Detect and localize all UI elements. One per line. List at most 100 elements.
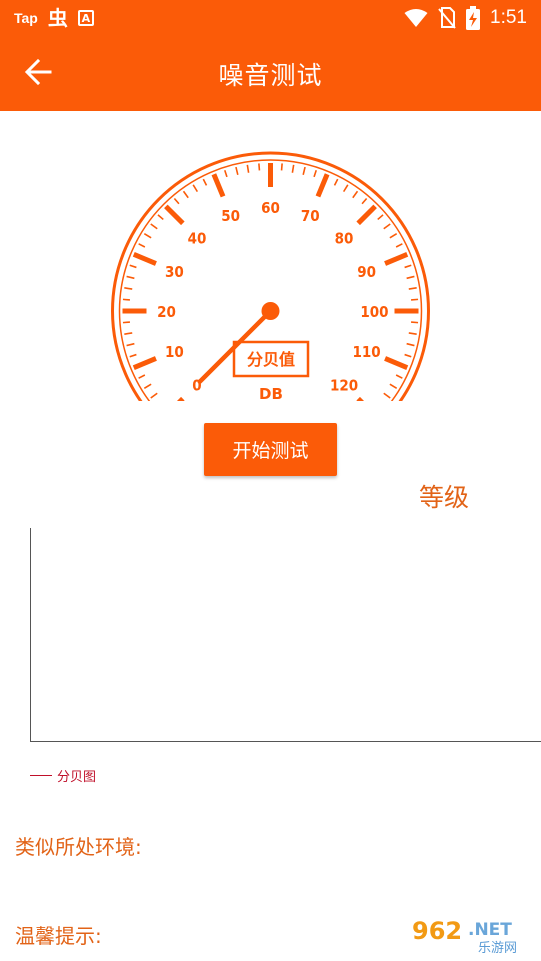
gauge-major-tick [132, 356, 157, 370]
gauge-major-tick [384, 252, 409, 266]
gauge-minor-tick [182, 190, 189, 199]
gauge-scale-label: 20 [157, 303, 176, 321]
gauge-minor-tick [404, 264, 412, 269]
decibel-chart-plot [31, 528, 541, 741]
gauge-major-tick [176, 396, 185, 401]
wifi-icon [404, 9, 428, 27]
watermark-number: 962 [412, 917, 462, 945]
gauge-minor-tick [150, 392, 158, 399]
status-bar: Tap 虫 A 1:51 [0, 0, 541, 36]
gauge-major-tick [164, 204, 185, 226]
gauge-major-tick [211, 173, 226, 198]
gauge-minor-tick [377, 214, 384, 221]
page-title: 噪音测试 [218, 60, 323, 90]
gauge-scale-label: 40 [188, 229, 207, 247]
back-button[interactable] [14, 48, 62, 96]
gauge-minor-tick [313, 169, 317, 178]
gauge-minor-tick [173, 197, 180, 205]
gauge-minor-tick [192, 184, 199, 193]
gauge-minor-tick [408, 332, 417, 335]
gauge-minor-tick [129, 264, 137, 269]
gauge-scale-label: 30 [165, 263, 184, 281]
gauge-minor-tick [395, 374, 403, 379]
environment-label: 类似所处环境: [15, 835, 142, 859]
taptap-icon: Tap [14, 10, 38, 26]
a-app-icon: A [77, 10, 94, 26]
gauge-value-label: 分贝值 [247, 350, 295, 369]
battery-charging-icon [466, 6, 481, 30]
gauge-minor-tick [383, 392, 391, 399]
gauge-major-tick [356, 396, 365, 401]
status-right: 1:51 [404, 6, 527, 30]
start-test-button[interactable]: 开始测试 [204, 423, 337, 476]
gauge-minor-tick [406, 342, 415, 347]
gauge-scale-label: 100 [360, 303, 388, 321]
gauge-minor-tick [395, 243, 403, 248]
gauge-minor-tick [143, 383, 152, 390]
gauge-minor-tick [126, 342, 135, 347]
tip-label: 温馨提示: [15, 924, 102, 948]
gauge-minor-tick [143, 232, 152, 239]
watermark-suffix: .NET [468, 920, 512, 940]
gauge-minor-tick [224, 169, 228, 178]
chart-legend: 分贝图 [30, 766, 96, 785]
gauge-minor-tick [280, 163, 283, 171]
gauge-scale-label: 110 [352, 343, 380, 361]
gauge-scale-label: 80 [335, 229, 354, 247]
gauge-minor-tick [291, 164, 295, 173]
gauge-minor-tick [246, 164, 250, 173]
gauge-scale-label: 120 [330, 377, 358, 395]
gauge-minor-tick [342, 184, 349, 193]
gauge-minor-tick [383, 223, 391, 230]
legend-line-marker [30, 775, 52, 776]
gauge-scale-label: 70 [301, 207, 320, 225]
gauge-minor-tick [404, 353, 412, 358]
status-time: 1:51 [490, 7, 527, 28]
decibel-chart [30, 528, 541, 742]
gauge-minor-tick [235, 166, 239, 176]
gauge-minor-tick [258, 163, 261, 171]
gauge-minor-tick [389, 383, 398, 390]
gauge-minor-tick [411, 321, 419, 324]
gauge-minor-tick [129, 353, 137, 358]
gauge-major-tick [356, 204, 377, 226]
legend-series-name: 分贝图 [57, 770, 97, 785]
watermark-subtitle: 乐游网 [478, 941, 517, 956]
gauge-minor-tick [406, 275, 415, 280]
watermark-logo: 962 .NET 乐游网 [406, 915, 536, 956]
gauge-minor-tick [157, 214, 164, 221]
gauge-scale-label: 60 [261, 199, 280, 217]
gauge-minor-tick [122, 298, 130, 301]
gauge-minor-tick [124, 332, 133, 335]
gauge-unit-label: DB [259, 385, 283, 401]
gauge-minor-tick [126, 275, 135, 280]
gauge-minor-tick [333, 178, 339, 186]
gauge-major-tick [132, 252, 157, 266]
gauge-minor-tick [302, 166, 306, 176]
gauge-minor-tick [361, 197, 368, 205]
app-bar: 噪音测试 [0, 36, 541, 111]
gauge-minor-tick [408, 287, 417, 290]
decibel-gauge: 01020304050 60 708090100110120分贝值DB [111, 151, 430, 401]
gauge-minor-tick [202, 178, 208, 186]
gauge-scale-label: 10 [165, 343, 184, 361]
gauge-minor-tick [352, 190, 359, 199]
gauge-scale-label: 90 [357, 263, 376, 281]
arrow-left-icon [24, 58, 52, 86]
no-sim-icon [438, 7, 456, 29]
gauge-minor-tick [150, 223, 158, 230]
gauge-needle-hub [261, 302, 280, 320]
gauge-minor-tick [411, 298, 419, 301]
gauge-minor-tick [389, 232, 398, 239]
gauge-scale-label: 50 [221, 207, 240, 225]
status-left: Tap 虫 A [14, 6, 94, 30]
level-label: 等级 [419, 483, 470, 512]
gauge-minor-tick [138, 374, 146, 379]
gauge-major-tick [384, 356, 409, 370]
app-root: Tap 虫 A 1:51 噪音测试 0 10 20 30 40 50 60 70… [0, 0, 541, 961]
gauge-major-tick [315, 173, 330, 198]
bug-app-icon: 虫 [47, 6, 68, 30]
gauge-minor-tick [138, 243, 146, 248]
gauge-minor-tick [122, 321, 130, 324]
gauge-minor-tick [124, 287, 133, 290]
